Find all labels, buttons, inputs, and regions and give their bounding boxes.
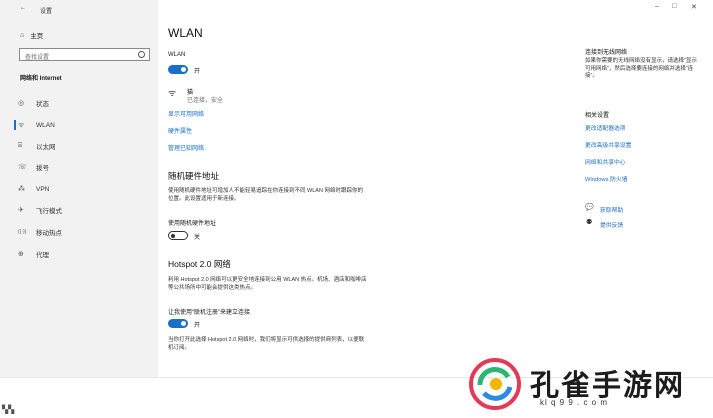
hotspot-description: 利用 Hotspot 2.0 网络可以更安全地连接到公用 WLAN 热点。机场、… xyxy=(168,277,367,291)
watermark-domain: kl q 9 9 . c o m xyxy=(540,398,609,407)
hardware-properties-link[interactable]: 硬件属性 xyxy=(168,126,192,135)
peacock-logo-icon xyxy=(469,358,521,410)
wlan-toggle-state: 开 xyxy=(194,69,201,75)
toggle-knob xyxy=(181,321,186,326)
search-icon xyxy=(138,51,145,58)
minimize-button[interactable]: – xyxy=(655,3,659,10)
network-sharing-center-link[interactable]: 网络和共享中心 xyxy=(585,157,626,166)
advanced-sharing-link[interactable]: 更改高级共享设置 xyxy=(585,140,631,149)
sidebar: ← 设置 ⌂ 主页 查找设置 网络和 Internet ◎ 状态 ᯤ WLAN ⌸ 以太网… xyxy=(0,0,158,377)
page-title: WLAN xyxy=(168,26,203,40)
maximize-button[interactable]: □ xyxy=(672,3,676,10)
airplane-icon: ✈ xyxy=(18,207,24,214)
change-adapter-options-link[interactable]: 更改适配器选项 xyxy=(585,123,626,132)
sidebar-item-3[interactable]: ⌸ 以太网 xyxy=(18,141,56,151)
sidebar-item-6[interactable]: ✈ 飞行模式 xyxy=(18,205,62,215)
toggle-knob xyxy=(171,233,175,238)
home-label: 主页 xyxy=(30,33,44,40)
random-mac-toggle[interactable] xyxy=(168,231,188,240)
sidebar-item-label: WLAN xyxy=(36,121,55,129)
get-help-link[interactable]: 获取帮助 xyxy=(600,205,623,214)
network-entry[interactable]: ᯤ 猫 已连接，安全 xyxy=(168,86,248,104)
wlan-toggle[interactable] xyxy=(168,65,188,74)
give-feedback-link[interactable]: 提供反馈 xyxy=(600,220,623,229)
home-icon: ⌂ xyxy=(20,31,25,39)
dialup-icon: ☏ xyxy=(18,164,27,171)
window-title: 设置 xyxy=(40,9,53,15)
back-arrow-icon[interactable]: ← xyxy=(20,5,26,11)
search-placeholder: 查找设置 xyxy=(25,55,50,61)
random-mac-description: 使用随机硬件地址可增加人不能轻易追踪在你连接到不同 WLAN 网络时跟踪你的位置… xyxy=(168,188,363,202)
sidebar-item-label: VPN xyxy=(36,185,50,193)
random-mac-toggle-state: 关 xyxy=(194,235,201,241)
sidebar-item-8[interactable]: ⊕ 代理 xyxy=(18,249,49,259)
search-input[interactable]: 查找设置 xyxy=(19,48,150,61)
related-settings-heading: 相关设置 xyxy=(585,113,610,119)
random-mac-toggle-label: 使用随机硬件地址 xyxy=(168,221,217,227)
hotspot-footer: 当你打开此选择 Hotspot 2.0 网络时，我们将显示可供选择的提供商列表，… xyxy=(168,337,365,351)
taskbar-fragment-icon: ▚▚ xyxy=(2,405,15,414)
proxy-icon: ⊕ xyxy=(18,251,24,258)
hotspot-toggle-label: 让我使用“联机注册”来建立连接 xyxy=(168,310,250,316)
active-indicator xyxy=(14,120,16,130)
wireless-description: 如果你需要的无线网络没有显示，请选择“显示可用网络”，然后选择要连接的网络并选择… xyxy=(585,58,697,79)
hotspot-toggle[interactable] xyxy=(168,319,188,328)
wlan-label: WLAN xyxy=(168,52,186,58)
sidebar-item-label: 以太网 xyxy=(36,144,56,151)
sidebar-item-7[interactable]: ((·)) 移动热点 xyxy=(18,227,62,237)
close-button[interactable]: ✕ xyxy=(691,3,697,11)
sidebar-item-1[interactable]: ◎ 状态 xyxy=(18,98,49,108)
hotspot-heading: Hotspot 2.0 网络 xyxy=(168,259,231,269)
sidebar-item-2[interactable]: ᯤ WLAN xyxy=(18,120,55,130)
vpn-icon: ⁂ xyxy=(18,186,25,193)
manage-known-networks-link[interactable]: 管理已知网络 xyxy=(168,143,204,152)
sidebar-item-4[interactable]: ☏ 拨号 xyxy=(18,162,49,172)
sidebar-item-label: 状态 xyxy=(36,101,49,108)
network-status: 已连接，安全 xyxy=(187,98,224,104)
windows-firewall-link[interactable]: Windows 防火墙 xyxy=(585,174,628,183)
home-nav[interactable]: ⌂ 主页 xyxy=(20,30,44,41)
wireless-heading: 连接到无线网络 xyxy=(585,50,628,56)
sidebar-item-label: 代理 xyxy=(36,252,49,259)
sidebar-item-label: 移动热点 xyxy=(36,230,62,237)
wifi-icon: ᯤ xyxy=(18,121,25,129)
toggle-knob xyxy=(181,67,186,72)
feedback-person-icon: ⚉ xyxy=(586,219,593,226)
watermark-logo xyxy=(466,355,524,413)
hotspot-toggle-state: 开 xyxy=(194,323,201,329)
section-title: 网络和 Internet xyxy=(20,76,62,82)
globe-icon: ◎ xyxy=(18,100,25,107)
ethernet-icon: ⌸ xyxy=(18,142,23,149)
hotspot-icon: ((·)) xyxy=(18,229,27,235)
sidebar-item-label: 飞行模式 xyxy=(36,208,62,215)
help-chat-icon: 💬 xyxy=(585,204,594,211)
wifi-secure-icon: ᯤ xyxy=(168,88,177,98)
sidebar-item-label: 拨号 xyxy=(36,165,49,172)
random-mac-heading: 随机硬件地址 xyxy=(168,171,220,181)
sidebar-item-5[interactable]: ⁂ VPN xyxy=(18,184,49,194)
show-available-networks-link[interactable]: 显示可用网络 xyxy=(168,109,204,118)
